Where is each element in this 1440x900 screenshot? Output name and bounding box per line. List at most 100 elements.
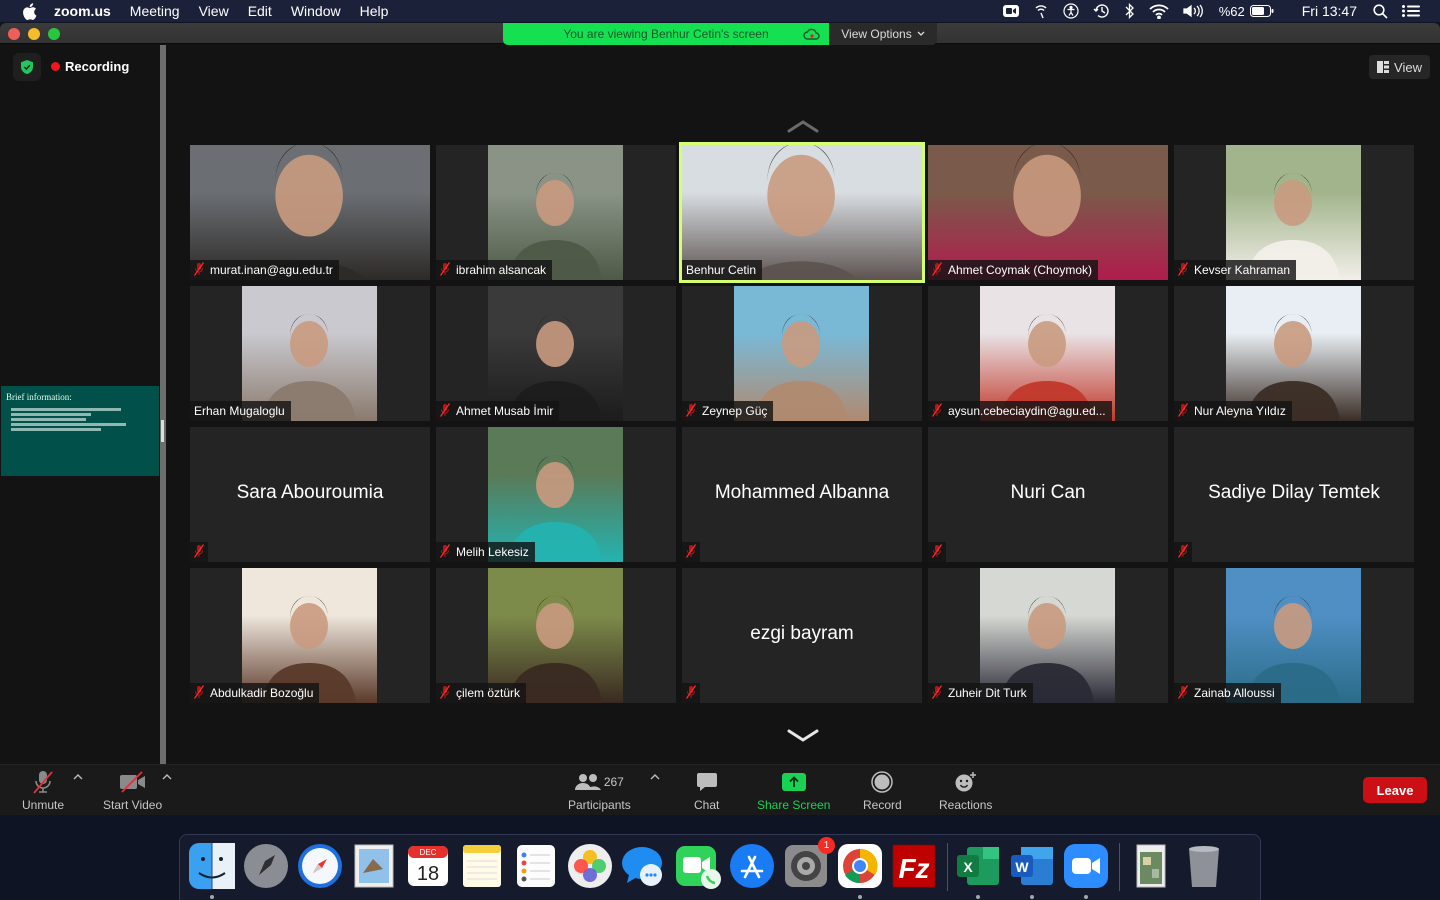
dock-item-document-stack[interactable] xyxy=(1127,843,1173,889)
shared-slide-thumbnail[interactable]: Brief information: xyxy=(1,386,159,476)
accessibility-icon[interactable] xyxy=(1063,3,1079,19)
security-shield-icon[interactable] xyxy=(13,53,41,81)
participant-name: Erhan Mugaloglu xyxy=(194,404,285,418)
participants-icon xyxy=(574,774,601,790)
dock-item-zoom-app[interactable] xyxy=(1063,843,1109,899)
airdrop-icon[interactable] xyxy=(1033,3,1049,19)
trash-icon xyxy=(1189,846,1219,887)
dock-item-reminders[interactable] xyxy=(513,843,559,889)
participant-name: Ahmet Musab İmir xyxy=(456,404,554,418)
participant-tile[interactable]: Sara Abouroumia xyxy=(190,427,430,562)
participant-tile[interactable]: Sadiye Dilay Temtek xyxy=(1174,427,1414,562)
leave-meeting-button[interactable]: Leave xyxy=(1363,777,1427,803)
participant-tile[interactable]: Ahmet Coymak (Choymok) xyxy=(928,145,1168,280)
participants-button[interactable]: 267 Participants xyxy=(568,769,631,812)
participant-tile[interactable]: Abdulkadir Bozoğlu xyxy=(190,568,430,703)
menu-window[interactable]: Window xyxy=(291,3,341,19)
participant-tile[interactable]: Zuheir Dit Turk xyxy=(928,568,1168,703)
dock-item-trash[interactable] xyxy=(1181,843,1227,889)
dock-item-word[interactable]: W xyxy=(1009,843,1055,899)
minimize-window-button[interactable] xyxy=(28,28,40,40)
recording-indicator[interactable]: Recording xyxy=(51,59,129,74)
running-indicator xyxy=(210,895,214,899)
menu-help[interactable]: Help xyxy=(360,3,389,19)
dock-item-system-preferences[interactable]: 1 xyxy=(783,837,835,889)
participant-tile[interactable]: Erhan Mugaloglu xyxy=(190,286,430,421)
next-page-chevron-icon[interactable] xyxy=(786,728,820,744)
dock-item-messages[interactable] xyxy=(621,843,667,889)
menu-view[interactable]: View xyxy=(199,3,229,19)
unmute-button[interactable]: Unmute xyxy=(22,769,64,812)
audio-options-caret-icon[interactable] xyxy=(73,773,83,781)
participant-tile[interactable]: çilem öztürk xyxy=(436,568,676,703)
participant-tile[interactable]: ibrahim alsancak xyxy=(436,145,676,280)
participant-tile[interactable]: ezgi bayram xyxy=(682,568,922,703)
participant-tile[interactable]: Benhur Cetin xyxy=(679,142,925,283)
participant-tile[interactable]: aysun.cebeciaydin@agu.ed... xyxy=(928,286,1168,421)
meeting-controls-toolbar: Unmute Start Video 267 Participants Chat… xyxy=(0,764,1440,815)
window-titlebar[interactable]: You are viewing Benhur Cetin's screen Vi… xyxy=(0,23,1440,45)
wifi-icon[interactable] xyxy=(1149,4,1169,19)
dock-item-filezilla[interactable]: Fz xyxy=(891,843,937,889)
participant-name-tag xyxy=(682,683,700,703)
dock-item-launchpad[interactable] xyxy=(243,843,289,889)
dock-item-chrome[interactable] xyxy=(837,843,883,899)
menu-app-name[interactable]: zoom.us xyxy=(54,3,111,19)
participant-name-tag: Benhur Cetin xyxy=(682,260,763,280)
battery-percent[interactable]: %62 xyxy=(1219,4,1274,19)
dock-item-finder[interactable] xyxy=(189,843,235,899)
video-options-caret-icon[interactable] xyxy=(162,773,172,781)
microphone-muted-icon xyxy=(194,543,204,561)
menu-meeting[interactable]: Meeting xyxy=(130,3,180,19)
participant-tile[interactable]: Ahmet Musab İmir xyxy=(436,286,676,421)
view-button[interactable]: View xyxy=(1369,55,1430,79)
participant-name: murat.inan@agu.edu.tr xyxy=(210,263,333,277)
participant-tile[interactable]: Nuri Can xyxy=(928,427,1168,562)
participant-tile[interactable]: Mohammed Albanna xyxy=(682,427,922,562)
participant-tile[interactable]: Zeynep Güç xyxy=(682,286,922,421)
dock-item-facetime[interactable] xyxy=(675,843,721,889)
menu-edit[interactable]: Edit xyxy=(248,3,272,19)
share-screen-button[interactable]: Share Screen xyxy=(757,769,830,812)
maximize-window-button[interactable] xyxy=(48,28,60,40)
dock-item-photos[interactable] xyxy=(567,843,613,889)
participant-tile[interactable]: Nur Aleyna Yıldız xyxy=(1174,286,1414,421)
participant-name-tag: murat.inan@agu.edu.tr xyxy=(190,260,339,280)
dock-item-safari[interactable] xyxy=(297,843,343,889)
control-center-icon[interactable] xyxy=(1402,5,1420,17)
spotlight-icon[interactable] xyxy=(1373,3,1388,19)
svg-text:W: W xyxy=(1015,859,1029,875)
participants-options-caret-icon[interactable] xyxy=(650,773,660,781)
time-machine-icon[interactable] xyxy=(1093,3,1111,19)
volume-icon[interactable] xyxy=(1183,4,1205,18)
start-video-button[interactable]: Start Video xyxy=(103,769,162,812)
dock-item-mail[interactable] xyxy=(351,843,397,889)
participant-name-tag: Nur Aleyna Yıldız xyxy=(1174,401,1292,421)
participant-name-tag xyxy=(928,542,946,562)
participant-tile[interactable]: murat.inan@agu.edu.tr xyxy=(190,145,430,280)
participant-tile[interactable]: Zainab Alloussi xyxy=(1174,568,1414,703)
panel-splitter[interactable] xyxy=(160,45,166,764)
view-options-dropdown[interactable]: View Options xyxy=(829,23,937,45)
dock-item-calendar[interactable]: DEC 18 xyxy=(405,843,451,889)
notification-badge: 1 xyxy=(818,837,835,854)
close-window-button[interactable] xyxy=(8,28,20,40)
reactions-button[interactable]: Reactions xyxy=(939,769,992,812)
zoom-status-icon[interactable] xyxy=(1002,4,1019,18)
dock-item-app-store[interactable] xyxy=(729,843,775,889)
bluetooth-icon[interactable] xyxy=(1125,3,1135,19)
microphone-muted-icon xyxy=(440,543,450,561)
previous-page-chevron-icon[interactable] xyxy=(786,118,820,134)
participant-tile[interactable]: Melih Lekesiz xyxy=(436,427,676,562)
participant-tile[interactable]: Kevser Kahraman xyxy=(1174,145,1414,280)
chat-button[interactable]: Chat xyxy=(694,769,719,812)
dock-item-notes[interactable] xyxy=(459,843,505,889)
zoom-meeting-window: You are viewing Benhur Cetin's screen Vi… xyxy=(0,23,1440,815)
participant-name-tag xyxy=(1174,542,1192,562)
dock-item-excel[interactable]: X xyxy=(955,843,1001,899)
participant-name-tag: Abdulkadir Bozoğlu xyxy=(190,683,320,703)
menubar-clock[interactable]: Fri 13:47 xyxy=(1302,3,1357,19)
record-button[interactable]: Record xyxy=(863,769,902,812)
splitter-grip[interactable] xyxy=(161,420,164,442)
apple-menu-icon[interactable] xyxy=(18,2,40,20)
